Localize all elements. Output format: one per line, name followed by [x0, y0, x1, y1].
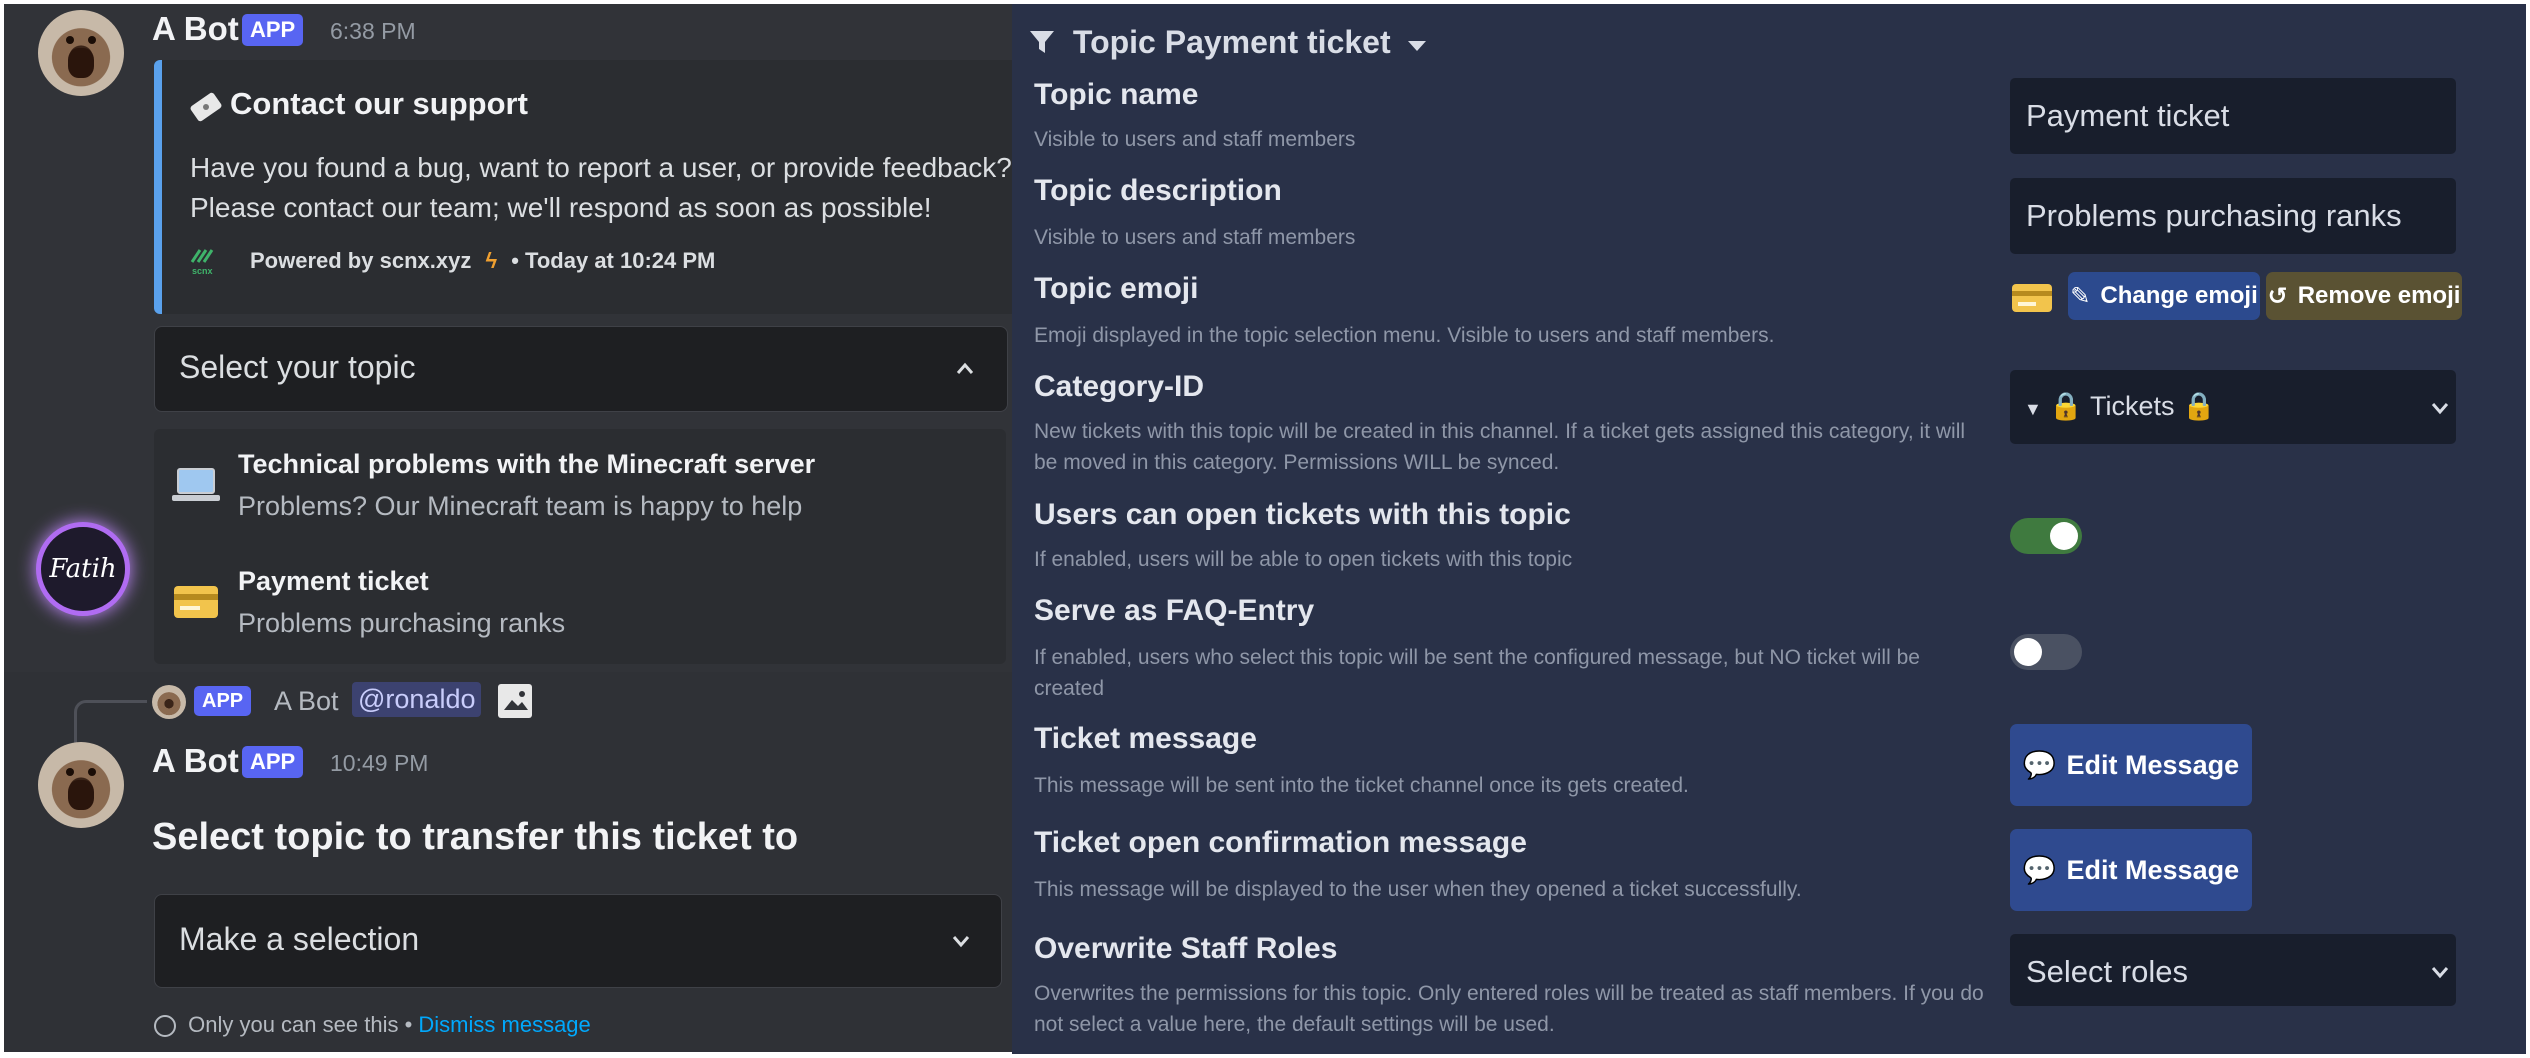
image-icon	[498, 684, 532, 718]
topic-header[interactable]: Topic Payment ticket	[1028, 24, 1428, 61]
app-badge: APP	[242, 14, 304, 46]
category-select[interactable]: ▼ 🔒 Tickets 🔒	[2010, 370, 2456, 444]
ephemeral-note: Only you can see this • Dismiss message	[154, 1012, 591, 1038]
credit-card-icon	[2010, 280, 2054, 321]
topic-settings-panel: Topic Payment ticket Topic name Visible …	[1012, 4, 2526, 1054]
topic-select[interactable]: Select your topic	[154, 326, 1008, 412]
bot-username[interactable]: A Bot	[152, 742, 239, 780]
faq-entry-toggle[interactable]	[2010, 634, 2082, 670]
edit-ticket-message-button[interactable]: 💬 Edit Message	[2010, 724, 2252, 806]
eye-icon	[154, 1015, 176, 1038]
users-can-open-label: Users can open tickets with this topic	[1034, 498, 1571, 531]
chevron-down-icon	[2431, 403, 2449, 415]
option-title: Technical problems with the Minecraft se…	[238, 449, 816, 479]
app-badge: APP	[242, 746, 304, 778]
message-timestamp: 10:49 PM	[330, 750, 429, 776]
category-id-label: Category-ID	[1034, 370, 1205, 403]
faq-entry-help: If enabled, users who select this topic …	[1034, 646, 1920, 700]
topic-select-placeholder: Select your topic	[179, 349, 416, 385]
edit-confirmation-message-button[interactable]: 💬 Edit Message	[2010, 829, 2252, 911]
staff-roles-label: Overwrite Staff Roles	[1034, 932, 1338, 965]
laptop-icon	[172, 465, 220, 510]
option-title: Payment ticket	[238, 566, 429, 596]
bot-username[interactable]: A Bot	[152, 10, 239, 48]
embed-title: Contact our support	[230, 86, 528, 121]
topic-description-help: Visible to users and staff members	[1034, 226, 1356, 249]
topic-dropdown-menu: Technical problems with the Minecraft se…	[154, 429, 1006, 664]
bot-avatar[interactable]	[38, 10, 124, 96]
speech-bubble-icon: 💬	[2022, 855, 2057, 885]
dismiss-message-link[interactable]: Dismiss message	[418, 1012, 590, 1037]
topic-name-input[interactable]: Payment ticket	[2010, 78, 2456, 154]
embed-footer-text: Powered by scnx.xyz ϟ • Today at 10:24 P…	[250, 248, 716, 273]
chevron-down-icon	[2431, 967, 2449, 979]
dropdown-option[interactable]: Technical problems with the Minecraft se…	[154, 429, 1006, 544]
reply-connector	[74, 700, 147, 743]
caret-down-icon: ▼	[2024, 399, 2042, 419]
undo-icon: ↺	[2267, 282, 2288, 310]
topic-name-help: Visible to users and staff members	[1034, 128, 1356, 151]
transfer-topic-select[interactable]: Make a selection	[154, 894, 1002, 988]
scnx-logo-icon: scnx	[190, 242, 226, 276]
confirmation-message-label: Ticket open confirmation message	[1034, 826, 1527, 859]
second-message-area	[4, 672, 1012, 1052]
lightning-icon: ϟ	[485, 248, 498, 273]
dropdown-option[interactable]: Payment ticket Problems purchasing ranks	[154, 546, 1006, 661]
pencil-icon: ✎	[2070, 282, 2091, 310]
discord-chat-panel: A Bot APP 6:38 PM Contact our support Ha…	[4, 4, 1012, 1052]
topic-emoji-label: Topic emoji	[1034, 272, 1199, 305]
remove-emoji-button[interactable]: ↺ Remove emoji	[2266, 272, 2462, 320]
caret-down-icon	[1407, 41, 1426, 51]
topic-description-label: Topic description	[1034, 174, 1282, 207]
users-can-open-toggle[interactable]	[2010, 518, 2082, 554]
bot-avatar[interactable]	[38, 742, 124, 828]
filter-icon	[1030, 31, 1054, 53]
lock-icon: 🔒	[2049, 391, 2083, 421]
message-heading: Select topic to transfer this ticket to	[152, 816, 799, 858]
topic-description-input[interactable]: Problems purchasing ranks	[2010, 178, 2456, 254]
users-can-open-help: If enabled, users will be able to open t…	[1034, 548, 1573, 571]
category-id-help: New tickets with this topic will be crea…	[1034, 420, 1966, 474]
staff-roles-help: Overwrites the permissions for this topi…	[1034, 982, 1984, 1036]
select-placeholder: Make a selection	[179, 921, 420, 957]
ticket-message-label: Ticket message	[1034, 722, 1257, 755]
staff-roles-select[interactable]: Select roles	[2010, 934, 2456, 1006]
embed-description: Have you found a bug, want to report a u…	[190, 152, 1012, 223]
ticket-icon	[190, 92, 224, 129]
chevron-down-icon	[952, 936, 970, 948]
topic-emoji-help: Emoji displayed in the topic selection m…	[1034, 324, 1775, 347]
reply-author: A Bot	[274, 686, 339, 716]
confirmation-message-help: This message will be displayed to the us…	[1034, 878, 1802, 901]
support-embed: Contact our support Have you found a bug…	[154, 60, 1012, 314]
message-timestamp: 6:38 PM	[330, 18, 416, 44]
change-emoji-button[interactable]: ✎ Change emoji	[2068, 272, 2260, 320]
chevron-up-icon	[956, 362, 974, 374]
option-description: Problems? Our Minecraft team is happy to…	[238, 491, 803, 521]
signature-avatar: Fatih	[36, 522, 130, 616]
speech-bubble-icon: 💬	[2022, 750, 2057, 780]
user-mention[interactable]: @ronaldo	[352, 682, 482, 717]
lock-icon: 🔒	[2182, 391, 2216, 421]
reply-avatar	[152, 685, 186, 719]
credit-card-icon	[172, 582, 220, 627]
faq-entry-label: Serve as FAQ-Entry	[1034, 594, 1315, 627]
ticket-message-help: This message will be sent into the ticke…	[1034, 774, 1689, 797]
topic-name-label: Topic name	[1034, 78, 1199, 111]
option-description: Problems purchasing ranks	[238, 608, 566, 638]
app-badge: APP	[194, 686, 252, 716]
